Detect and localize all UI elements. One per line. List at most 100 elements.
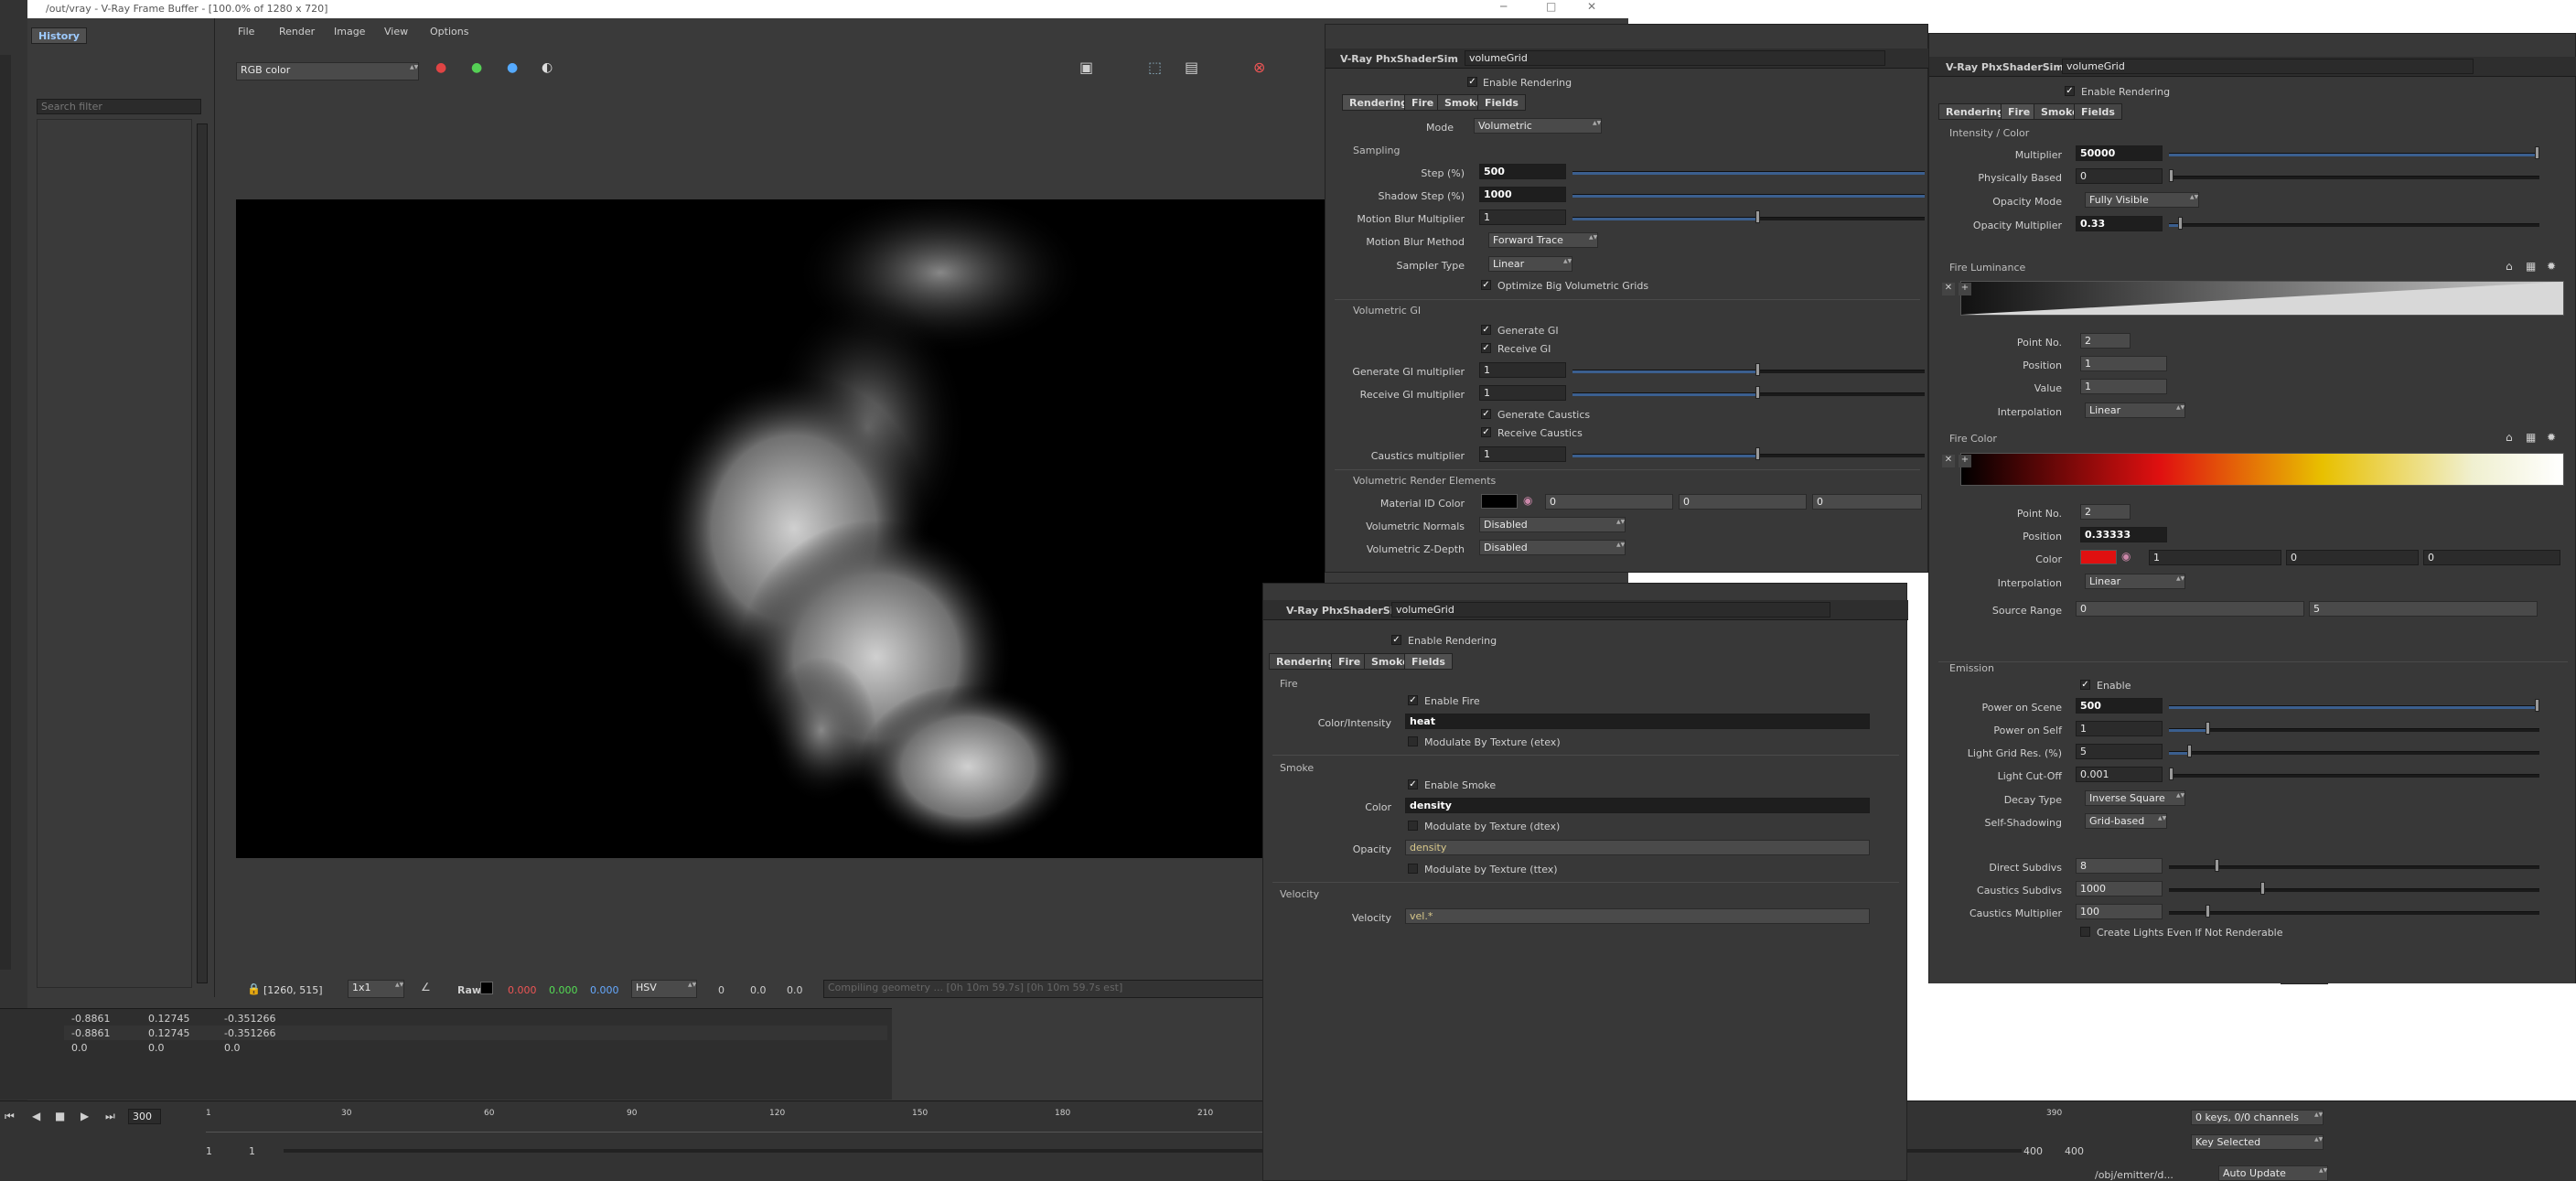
colorspace-select[interactable]: HSV	[631, 980, 697, 998]
matid-r[interactable]: 0	[1545, 494, 1673, 510]
physically-based-field[interactable]: 0	[2076, 168, 2163, 184]
step-slider[interactable]	[1572, 171, 1925, 175]
pick-icon[interactable]: ∠	[421, 981, 431, 993]
multiplier-slider[interactable]	[2169, 146, 2539, 159]
smoke-opacity-field[interactable]: density	[1405, 840, 1870, 855]
shader-name[interactable]: volumeGrid	[1465, 50, 1885, 66]
color-b[interactable]: 0	[2423, 550, 2560, 565]
light-grid-slider[interactable]	[2169, 745, 2539, 757]
add-point-icon[interactable]: +	[1959, 283, 1971, 295]
recv-gi-mult-field[interactable]: 1	[1479, 385, 1566, 401]
caustics-mult-field[interactable]: 1	[1479, 446, 1566, 462]
maximize-icon[interactable]: □	[1546, 0, 1556, 13]
enable-rendering-checkbox[interactable]: ✓	[2065, 86, 2075, 96]
recv-gi-slider[interactable]	[1572, 386, 1925, 399]
history-scrollbar[interactable]	[197, 123, 208, 983]
menu-options[interactable]: Options	[430, 26, 468, 38]
recv-gi-checkbox[interactable]: ✓	[1481, 343, 1491, 353]
remove-point-icon[interactable]: ✕	[1942, 455, 1955, 467]
menu-image[interactable]: Image	[334, 26, 365, 38]
step-back-icon[interactable]: ◀	[32, 1110, 40, 1122]
smoke-color-field[interactable]: density	[1405, 798, 1870, 813]
green-channel-icon[interactable]: ●	[471, 60, 482, 75]
tab-fire[interactable]: Fire	[1331, 653, 1368, 670]
play-icon[interactable]: ▶	[80, 1110, 89, 1122]
enable-rendering-checkbox[interactable]: ✓	[1467, 77, 1477, 87]
enable-smoke-checkbox[interactable]: ✓	[1408, 779, 1418, 789]
opacity-mult-field[interactable]: 0.33	[2076, 216, 2163, 231]
color-g[interactable]: 0	[2286, 550, 2419, 565]
range-start-2[interactable]: 1	[249, 1145, 255, 1157]
power-self-slider[interactable]	[2169, 722, 2539, 735]
compare-icon[interactable]: ▤	[1185, 59, 1198, 76]
position-field-2[interactable]: 0.33333	[2080, 527, 2167, 542]
recv-caustics-checkbox[interactable]: ✓	[1481, 427, 1491, 437]
value-field[interactable]: 1	[2080, 379, 2167, 394]
zoom-select[interactable]: 1x1	[348, 980, 404, 998]
tab-history[interactable]: History	[31, 27, 87, 44]
stop-icon[interactable]: ■	[55, 1110, 65, 1122]
lock-icon[interactable]: 🔒	[247, 982, 261, 995]
home-icon[interactable]: ⌂	[2506, 260, 2513, 273]
power-scene-slider[interactable]	[2169, 699, 2539, 712]
caustics-mult-slider[interactable]	[2169, 905, 2539, 918]
light-cutoff-field[interactable]: 0.001	[2076, 767, 2163, 782]
matid-color-swatch[interactable]	[1481, 494, 1518, 509]
caustics-subdivs-slider[interactable]	[2169, 882, 2539, 895]
opacity-mode-select[interactable]: Fully Visible	[2085, 192, 2199, 208]
ramp-edit-icon[interactable]: ▦	[2526, 431, 2536, 444]
position-field[interactable]: 1	[2080, 356, 2167, 371]
menu-view[interactable]: View	[384, 26, 408, 38]
current-frame[interactable]: 300	[128, 1109, 161, 1124]
key-selected[interactable]: Key Selected	[2191, 1134, 2324, 1150]
enable-fire-checkbox[interactable]: ✓	[1408, 695, 1418, 705]
auto-update[interactable]: Auto Update	[2218, 1165, 2328, 1181]
alpha-channel-icon[interactable]: ◐	[542, 60, 553, 75]
tab-fire[interactable]: Fire	[1404, 94, 1442, 111]
interpolation-select-2[interactable]: Linear	[2085, 574, 2185, 589]
vz-select[interactable]: Disabled	[1479, 540, 1626, 555]
minimize-icon[interactable]: ─	[1500, 0, 1507, 13]
interpolation-select[interactable]: Linear	[2085, 403, 2185, 418]
color-intensity-field[interactable]: heat	[1405, 714, 1870, 729]
search-input[interactable]: Search filter	[37, 99, 201, 114]
range-start[interactable]: 1	[206, 1145, 212, 1157]
home-icon[interactable]: ⌂	[2506, 431, 2513, 444]
pb-slider[interactable]	[2169, 169, 2539, 182]
gen-gi-checkbox[interactable]: ✓	[1481, 325, 1491, 335]
point-no-field[interactable]: 2	[2080, 333, 2131, 349]
light-cutoff-slider[interactable]	[2169, 768, 2539, 780]
add-point-icon[interactable]: +	[1959, 455, 1971, 467]
direct-subdivs-field[interactable]: 8	[2076, 858, 2163, 874]
gear-icon[interactable]: ✹	[2547, 431, 2556, 444]
menu-file[interactable]: File	[238, 26, 254, 38]
go-start-icon[interactable]: ⏮	[5, 1110, 15, 1123]
red-channel-icon[interactable]: ●	[435, 60, 446, 75]
go-end-icon[interactable]: ⏭	[105, 1110, 115, 1123]
region-render-icon[interactable]: ⬚	[1148, 59, 1162, 76]
enable-rendering-checkbox[interactable]: ✓	[1391, 635, 1401, 645]
mod-ttex-checkbox[interactable]	[1408, 864, 1418, 874]
tab-fields[interactable]: Fields	[1477, 94, 1526, 111]
keys-channels[interactable]: 0 keys, 0/0 channels	[2191, 1110, 2324, 1125]
direct-subdivs-slider[interactable]	[2169, 859, 2539, 872]
matid-g[interactable]: 0	[1679, 494, 1807, 510]
range-end-2[interactable]: 400	[2065, 1145, 2084, 1157]
velocity-field[interactable]: vel.*	[1405, 908, 1870, 924]
gen-gi-mult-field[interactable]: 1	[1479, 362, 1566, 378]
tab-fields[interactable]: Fields	[1404, 653, 1453, 670]
multiplier-field[interactable]: 50000	[2076, 145, 2163, 161]
channel-select[interactable]: RGB color	[236, 62, 419, 81]
optimize-checkbox[interactable]: ✓	[1481, 280, 1491, 290]
gear-icon[interactable]: ✹	[2547, 260, 2556, 273]
matid-b[interactable]: 0	[1812, 494, 1922, 510]
tab-fire[interactable]: Fire	[2001, 103, 2038, 120]
close-icon[interactable]: ✕	[1587, 0, 1596, 13]
mod-dtex-checkbox[interactable]	[1408, 821, 1418, 831]
create-lights-checkbox[interactable]	[2080, 927, 2090, 937]
shadow-step-field[interactable]: 1000	[1479, 187, 1566, 202]
mod-etex-checkbox[interactable]	[1408, 736, 1418, 746]
self-shadowing-select[interactable]: Grid-based	[2085, 813, 2167, 829]
blue-channel-icon[interactable]: ●	[507, 60, 518, 75]
menu-render[interactable]: Render	[279, 26, 315, 38]
